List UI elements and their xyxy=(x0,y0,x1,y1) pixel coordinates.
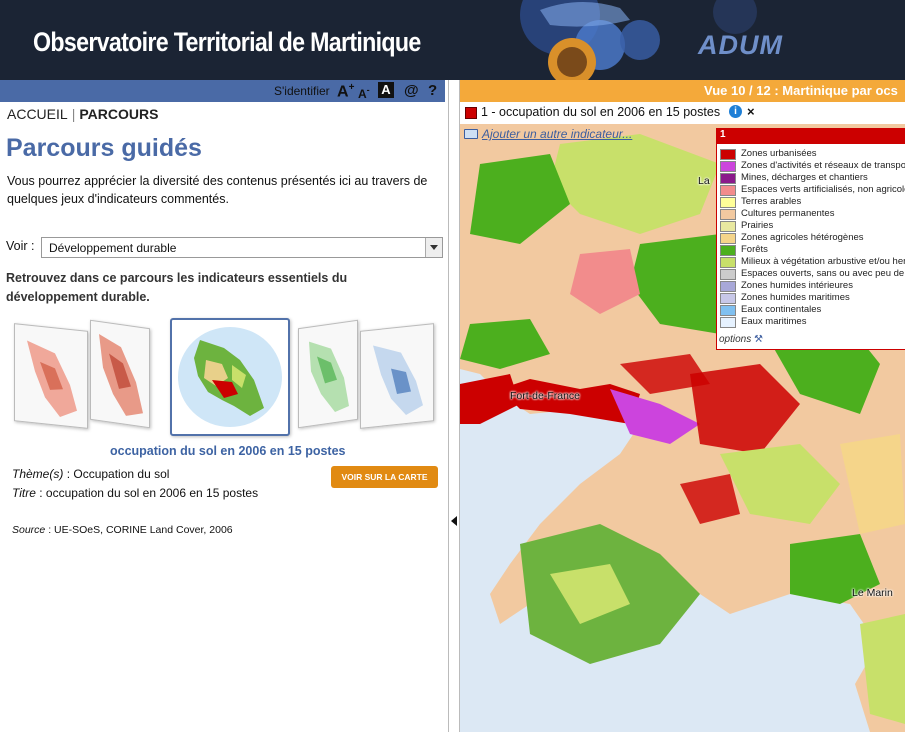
contrast-button[interactable]: A xyxy=(378,82,394,98)
indicator-bar: 1 - occupation du sol en 2006 en 15 post… xyxy=(460,102,905,124)
legend-swatch xyxy=(720,317,736,328)
legend-swatch xyxy=(720,305,736,316)
legend-swatch xyxy=(720,245,736,256)
wrench-icon[interactable]: ⚒ xyxy=(754,334,763,345)
intro-text: Vous pourrez apprécier la diversité des … xyxy=(7,174,428,206)
legend-label: Cultures permanentes xyxy=(741,208,835,219)
font-decrease-button[interactable]: A- xyxy=(358,85,370,101)
map-thumbnail-icon xyxy=(309,341,349,413)
legend-label: Zones d'activités et réseaux de transpor… xyxy=(741,160,905,171)
legend-label: Eaux continentales xyxy=(741,304,822,315)
legend-swatch xyxy=(720,233,736,244)
parcours-select-value: Développement durable xyxy=(49,241,177,255)
legend-label: Eaux maritimes xyxy=(741,316,807,327)
legend-label: Prairies xyxy=(741,220,774,231)
indicator-meta: Thème(s) : Occupation du sol Titre : occ… xyxy=(12,465,258,503)
legend-label: Mines, décharges et chantiers xyxy=(741,172,868,183)
voir-sur-la-carte-button[interactable]: VOIR SUR LA CARTE xyxy=(331,466,438,488)
thumbnail-2[interactable] xyxy=(90,319,150,429)
collapse-arrow-icon[interactable] xyxy=(451,516,457,526)
titre-label: Titre xyxy=(12,486,36,500)
parcours-description: Retrouvez dans ce parcours les indicateu… xyxy=(6,271,348,304)
legend-label: Espaces ouverts, sans ou avec peu de vég… xyxy=(741,268,905,279)
thumbnail-selected[interactable] xyxy=(170,318,290,436)
place-label-la: La xyxy=(698,175,710,187)
titre-value: : occupation du sol en 2006 en 15 postes xyxy=(39,486,259,500)
map-legend: 1 Zones urbanisées Zones d'activités et r… xyxy=(716,128,905,350)
legend-label: Milieux à végétation arbustive et/ou her… xyxy=(741,256,905,267)
parcours-panel: ACCUEIL | PARCOURS Parcours guidés Vous po… xyxy=(0,102,448,732)
view-title-bar: Vue 10 / 12 : Martinique par ocs xyxy=(460,80,905,102)
legend-label: Forêts xyxy=(741,244,768,255)
toolbar: S'identifier A+ A- A @ ? xyxy=(0,80,445,102)
legend-swatch xyxy=(720,185,736,196)
legend-label: Terres arables xyxy=(741,196,802,207)
chevron-down-icon[interactable] xyxy=(425,238,442,257)
legend-swatch xyxy=(720,281,736,292)
indicator-color-swatch xyxy=(465,107,477,119)
legend-swatch xyxy=(720,221,736,232)
legend-swatch xyxy=(720,293,736,304)
map-thumbnail-icon xyxy=(373,345,423,416)
contact-button[interactable]: @ xyxy=(404,82,419,99)
info-icon[interactable]: i xyxy=(729,105,742,118)
legend-options-link[interactable]: options ⚒ xyxy=(719,334,763,345)
legend-swatch xyxy=(720,257,736,268)
voir-label: Voir : xyxy=(6,239,35,253)
theme-value: : Occupation du sol xyxy=(66,467,170,481)
page-title: Parcours guidés xyxy=(6,134,202,162)
legend-label: Zones urbanisées xyxy=(741,148,817,159)
view-title: Vue 10 / 12 : Martinique par ocs xyxy=(704,83,898,98)
legend-swatch xyxy=(720,209,736,220)
breadcrumb-current: PARCOURS xyxy=(79,106,159,122)
thumbnail-5[interactable] xyxy=(360,323,434,429)
legend-label: Zones agricoles hétérogènes xyxy=(741,232,864,243)
folder-icon xyxy=(464,129,478,139)
parcours-select[interactable]: Développement durable xyxy=(41,237,443,258)
legend-label: Zones humides maritimes xyxy=(741,292,850,303)
source-text: Source : UE-SOeS, CORINE Land Cover, 200… xyxy=(12,524,233,536)
site-title[interactable]: Observatoire Territorial de Martinique xyxy=(33,27,421,58)
map-view[interactable]: Vue 10 / 12 : Martinique par ocs 1 - occ… xyxy=(460,80,905,732)
close-icon[interactable]: × xyxy=(747,104,755,119)
add-indicator-link[interactable]: Ajouter un autre indicateur... xyxy=(464,127,632,141)
legend-swatch xyxy=(720,161,736,172)
place-label-le-marin: Le Marin xyxy=(852,587,893,599)
site-header: Observatoire Territorial de Martinique A… xyxy=(0,0,905,80)
legend-label: Zones humides intérieures xyxy=(741,280,853,291)
thumbnail-4[interactable] xyxy=(298,319,358,429)
login-link[interactable]: S'identifier xyxy=(274,84,330,98)
place-label-fort-de-france: Fort-de-France xyxy=(510,390,581,402)
indicator-label[interactable]: 1 - occupation du sol en 2006 en 15 post… xyxy=(481,105,720,119)
font-increase-button[interactable]: A+ xyxy=(337,82,354,101)
legend-label: Espaces verts artificialisés, non agrico… xyxy=(741,184,905,195)
legend-header: 1 xyxy=(717,129,905,144)
map-thumbnail-icon xyxy=(27,340,77,417)
map-thumbnail-icon xyxy=(99,334,143,416)
legend-swatch xyxy=(720,197,736,208)
thumbnail-1[interactable] xyxy=(14,323,88,429)
legend-swatch xyxy=(720,149,736,160)
legend-swatch xyxy=(720,173,736,184)
map-thumbnail-icon xyxy=(178,327,282,427)
breadcrumb: ACCUEIL | PARCOURS xyxy=(7,106,159,122)
adum-logo[interactable]: ADUM xyxy=(698,30,783,61)
legend-swatch xyxy=(720,269,736,280)
theme-label: Thème(s) xyxy=(12,467,64,481)
breadcrumb-home[interactable]: ACCUEIL xyxy=(7,106,68,122)
thumbnail-caption[interactable]: occupation du sol en 2006 en 15 postes xyxy=(110,444,346,458)
help-button[interactable]: ? xyxy=(428,82,437,99)
panel-splitter[interactable] xyxy=(448,80,460,732)
